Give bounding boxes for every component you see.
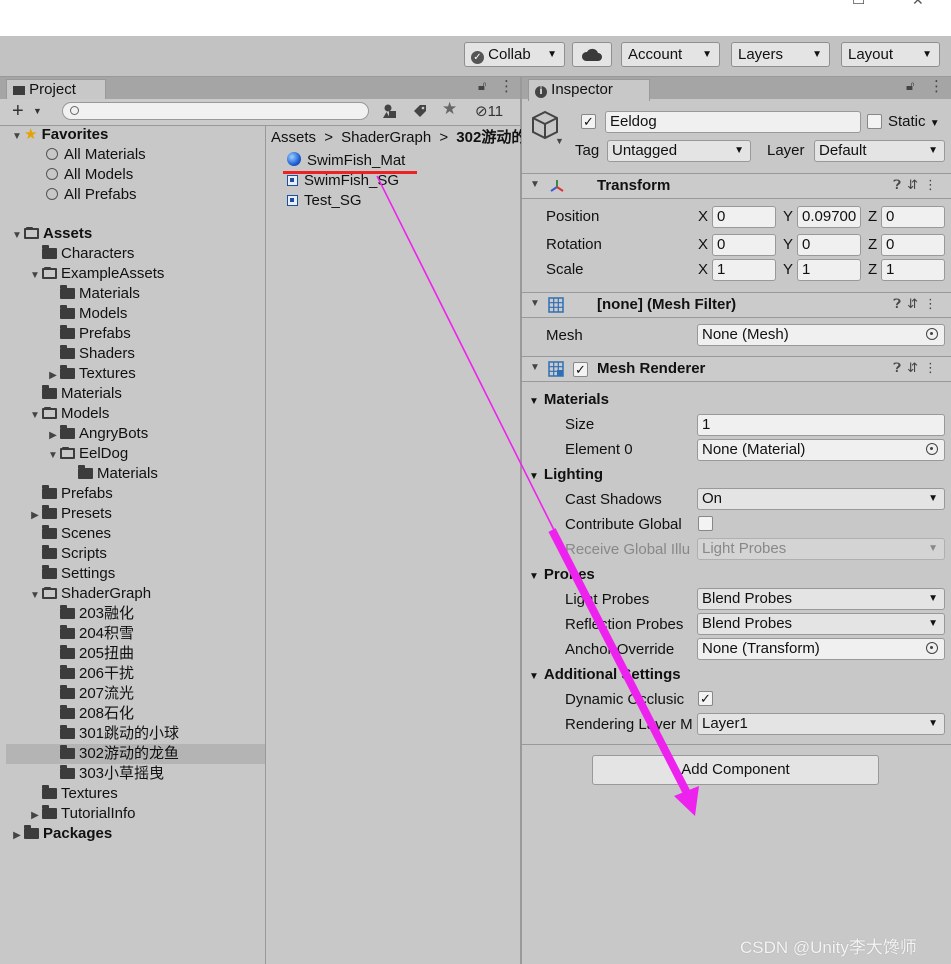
annotation-arrow — [376, 175, 699, 816]
